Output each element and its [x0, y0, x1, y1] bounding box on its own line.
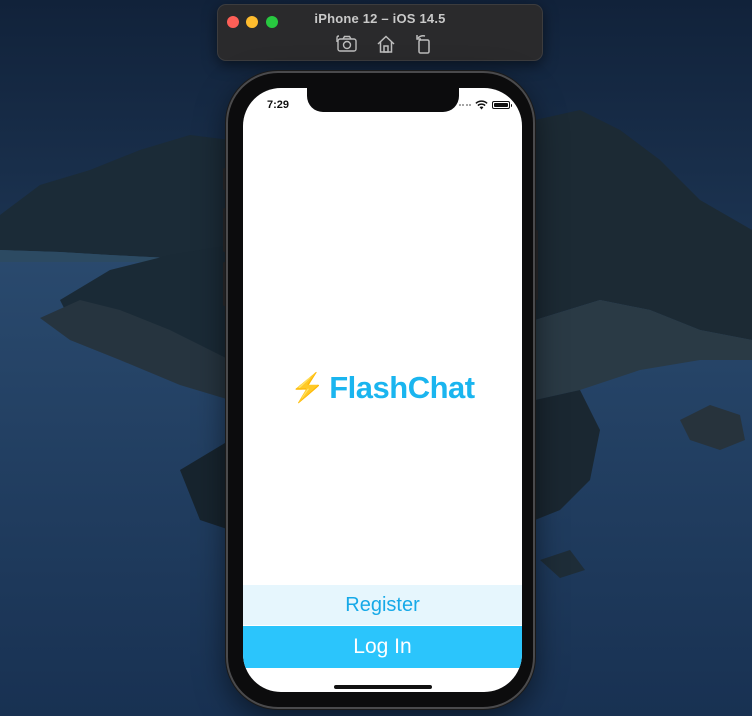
phone-power-button	[535, 230, 538, 300]
login-button[interactable]: Log In	[243, 626, 522, 668]
iphone-frame: 7:29 ⚡ FlashChat Register Log In	[226, 71, 535, 709]
wifi-icon	[475, 100, 488, 110]
simulator-title-bar: iPhone 12 – iOS 14.5	[217, 4, 543, 61]
battery-icon	[492, 101, 512, 109]
home-icon[interactable]	[375, 33, 397, 55]
lightning-bolt-icon: ⚡	[290, 372, 326, 403]
app-title: FlashChat	[329, 370, 475, 405]
status-bar-time: 7:29	[267, 99, 290, 111]
phone-notch	[307, 88, 459, 112]
rotate-icon[interactable]	[413, 33, 435, 55]
home-indicator[interactable]	[334, 685, 432, 689]
app-logo: ⚡ FlashChat	[243, 370, 522, 406]
status-bar-icons	[458, 99, 512, 111]
simulator-title: iPhone 12 – iOS 14.5	[314, 11, 446, 26]
register-button[interactable]: Register	[243, 585, 522, 625]
camera-icon[interactable]	[336, 33, 358, 55]
phone-screen: 7:29 ⚡ FlashChat Register Log In	[243, 88, 522, 692]
cellular-signal-icon	[458, 104, 471, 106]
